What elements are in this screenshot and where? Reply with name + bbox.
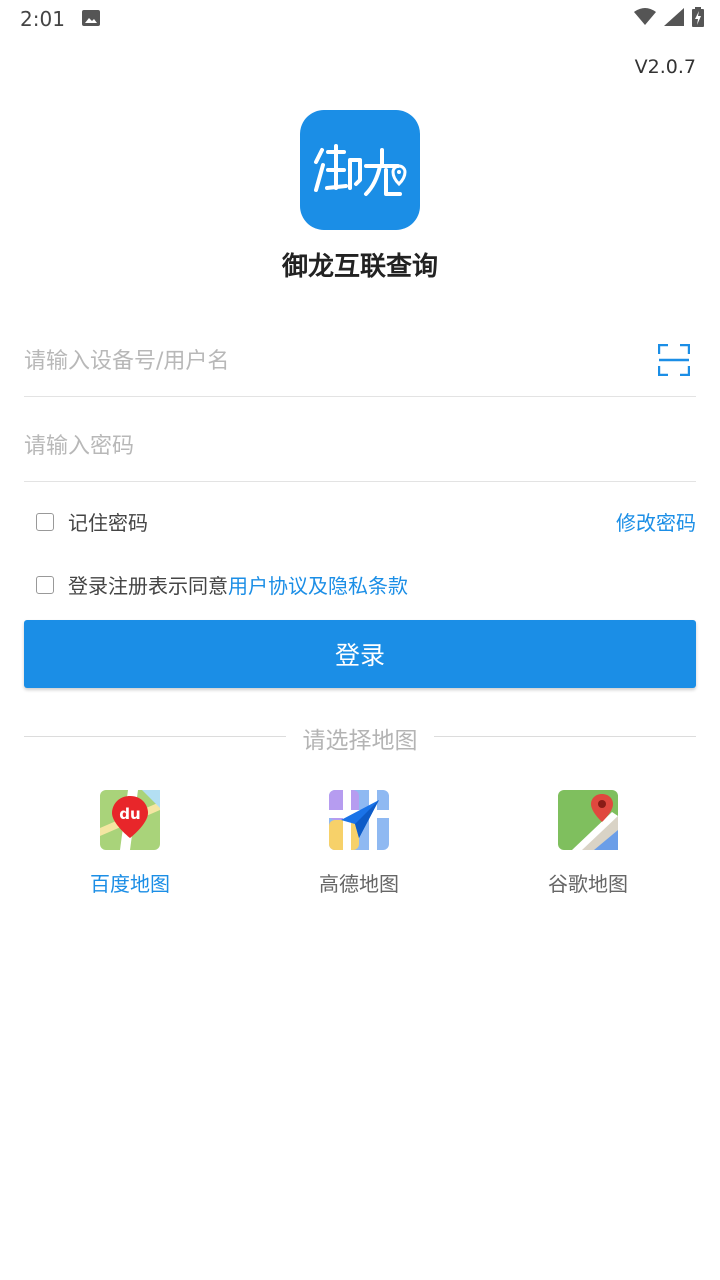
google-maps-icon: [558, 790, 618, 850]
username-input[interactable]: [24, 326, 624, 396]
agreement-checkbox[interactable]: [36, 575, 54, 594]
remember-password-checkbox[interactable]: [36, 512, 54, 531]
username-field-container: [24, 326, 696, 397]
remember-password-label: 记住密码: [68, 511, 148, 535]
password-input[interactable]: [24, 411, 624, 481]
amap-label: 高德地图: [319, 872, 399, 896]
user-agreement-link[interactable]: 用户协议及隐私条款: [228, 570, 408, 599]
agreement-row: 登录注册表示同意 用户协议及隐私条款: [36, 570, 408, 599]
map-section-title: 请选择地图: [302, 728, 418, 754]
app-logo: [300, 110, 420, 230]
version-label: V2.0.7: [634, 56, 696, 78]
app-name: 御龙互联查询: [281, 252, 438, 282]
agreement-prefix-text: 登录注册表示同意: [68, 574, 228, 598]
amap-icon: [329, 790, 389, 850]
image-notification-icon: [82, 10, 100, 30]
google-maps-option[interactable]: 谷歌地图: [498, 790, 678, 897]
status-time: 2:01: [20, 7, 65, 31]
signal-icon: [664, 8, 684, 30]
battery-charging-icon: [692, 7, 704, 31]
baidu-map-option[interactable]: du 百度地图: [40, 790, 220, 897]
baidu-map-label: 百度地图: [90, 872, 170, 896]
amap-option[interactable]: 高德地图: [269, 790, 449, 897]
baidu-map-icon: du: [100, 790, 160, 850]
password-field-container: [24, 411, 696, 482]
svg-text:du: du: [119, 805, 140, 823]
change-password-link[interactable]: 修改密码: [616, 507, 696, 536]
wifi-icon: [634, 8, 656, 30]
google-maps-label: 谷歌地图: [548, 872, 628, 896]
remember-password-row: 记住密码: [36, 507, 148, 536]
scan-icon[interactable]: [657, 343, 691, 380]
login-button[interactable]: 登录: [24, 620, 696, 688]
app-logo-glyph-icon: [314, 144, 407, 196]
status-bar: 2:01: [0, 0, 720, 36]
